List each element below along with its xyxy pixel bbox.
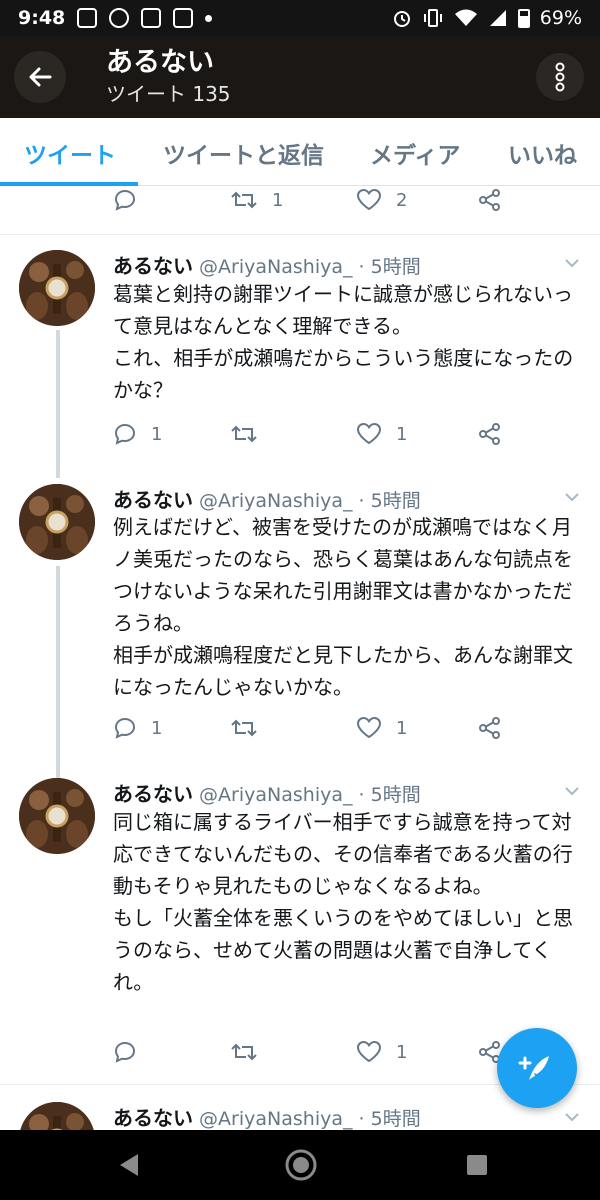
battery-level: 69% — [539, 7, 582, 29]
avatar-image — [19, 778, 95, 854]
profile-header: あるない ツイート 135 — [0, 36, 600, 118]
signal-icon — [489, 10, 506, 26]
like-icon — [356, 422, 382, 445]
like-count: 1 — [396, 1041, 408, 1063]
tweet-header: あるない @AriyaNashiya_ · 5時間 — [113, 1102, 573, 1131]
back-arrow-icon — [29, 67, 52, 87]
tweet-header: あるない @AriyaNashiya_ · 5時間 — [113, 484, 573, 513]
reply-icon — [114, 189, 136, 211]
author-name[interactable]: あるない — [113, 1106, 193, 1130]
gallery-notification-icon — [77, 8, 98, 28]
more-notifications-icon — [205, 14, 213, 22]
caret-down-icon[interactable] — [564, 258, 580, 268]
vibrate-icon — [423, 9, 442, 27]
avatar[interactable] — [19, 484, 95, 560]
like-button[interactable]: 2 — [356, 188, 407, 212]
tweet-text: 同じ箱に属するライバー相手ですら誠意を持って対応できてないんだもの、その信奉者で… — [113, 810, 573, 994]
battery-icon — [517, 9, 530, 28]
tab-tweets[interactable]: ツイート — [24, 136, 116, 170]
tweet-text: 葛葉と剣持の謝罪ツイートに誠意が感じられないって意見はなんとなく理解できる。 こ… — [113, 282, 574, 402]
retweet-button[interactable] — [230, 716, 258, 740]
nav-recents-icon[interactable] — [466, 1154, 488, 1176]
nav-home-icon[interactable] — [284, 1148, 318, 1182]
like-button[interactable]: 1 — [356, 422, 407, 446]
like-button[interactable]: 1 — [356, 716, 407, 740]
status-bar: 9:48 69% — [0, 0, 600, 36]
retweet-icon — [231, 1043, 257, 1061]
tweet-header: あるない @AriyaNashiya_ · 5時間 — [113, 778, 573, 807]
author-handle-time: @AriyaNashiya_ · 5時間 — [199, 256, 421, 278]
caret-down-icon[interactable] — [564, 492, 580, 502]
reply-icon — [114, 1041, 136, 1063]
profile-name: あるない — [106, 47, 214, 78]
profile-tabs: ツイート ツイートと返信 メディア いいね — [0, 118, 600, 186]
share-button[interactable] — [478, 188, 502, 212]
reply-count: 1 — [151, 423, 163, 445]
app-notification-icon — [109, 8, 130, 28]
retweet-icon — [231, 719, 257, 737]
tweet-divider — [0, 234, 600, 235]
back-button[interactable] — [14, 51, 66, 103]
like-count: 1 — [396, 717, 408, 739]
instagram-notification-icon — [173, 8, 194, 28]
tweet-header: あるない @AriyaNashiya_ · 5時間 — [113, 250, 573, 279]
like-count: 2 — [396, 189, 408, 211]
like-icon — [356, 716, 382, 739]
reply-button[interactable] — [113, 188, 151, 212]
more-options-button[interactable] — [536, 53, 584, 101]
avatar-image — [19, 484, 95, 560]
nav-back-icon[interactable] — [116, 1152, 142, 1178]
tweet-actions: 1 1 — [0, 716, 600, 756]
retweet-button[interactable] — [230, 422, 258, 446]
like-icon — [356, 1040, 382, 1063]
retweet-count: 1 — [272, 189, 284, 211]
retweet-button[interactable]: 1 — [230, 188, 283, 212]
avatar[interactable] — [19, 250, 95, 326]
share-button[interactable] — [478, 716, 502, 740]
tweet-actions: 1 2 — [0, 188, 600, 228]
tab-likes[interactable]: いいね — [508, 136, 577, 170]
compose-icon — [518, 1056, 549, 1080]
share-icon — [479, 717, 500, 739]
share-icon — [479, 189, 500, 211]
reply-button[interactable]: 1 — [113, 716, 162, 740]
author-handle-time: @AriyaNashiya_ · 5時間 — [199, 490, 421, 512]
reply-button[interactable] — [113, 1040, 137, 1064]
tweet-count: ツイート 135 — [106, 82, 231, 106]
author-name[interactable]: あるない — [113, 488, 193, 512]
like-button[interactable]: 1 — [356, 1040, 407, 1064]
active-tab-indicator — [0, 182, 138, 186]
author-name[interactable]: あるない — [113, 782, 193, 806]
tab-media[interactable]: メディア — [370, 136, 460, 170]
retweet-icon — [231, 425, 257, 443]
like-count: 1 — [396, 423, 408, 445]
reply-button[interactable]: 1 — [113, 422, 162, 446]
retweet-icon — [231, 191, 257, 209]
author-handle-time: @AriyaNashiya_ · 5時間 — [199, 784, 421, 806]
caret-down-icon[interactable] — [564, 786, 580, 796]
share-button[interactable] — [478, 422, 502, 446]
avatar[interactable] — [19, 778, 95, 854]
reply-count: 1 — [151, 717, 163, 739]
more-vertical-icon — [555, 62, 565, 92]
tweet-text: 例えばだけど、被害を受けたのが成瀬鳴ではなく月ノ美兎だったのなら、恐らく葛葉はあ… — [113, 515, 573, 699]
wifi-icon — [454, 9, 477, 26]
clock: 9:48 — [18, 7, 66, 29]
news-notification-icon — [141, 8, 162, 28]
alarm-icon — [393, 11, 410, 27]
reply-icon — [114, 717, 136, 739]
share-icon — [479, 423, 500, 445]
caret-down-icon[interactable] — [564, 1112, 580, 1122]
avatar-image — [19, 250, 95, 326]
reply-icon — [114, 423, 136, 445]
tab-tweets-and-replies[interactable]: ツイートと返信 — [163, 136, 324, 170]
author-name[interactable]: あるない — [113, 254, 193, 278]
tweet-actions: 1 1 — [0, 422, 600, 462]
compose-tweet-button[interactable] — [497, 1028, 577, 1108]
retweet-button[interactable] — [230, 1040, 258, 1064]
system-navigation-bar — [0, 1130, 600, 1200]
author-handle-time: @AriyaNashiya_ · 5時間 — [199, 1108, 421, 1130]
like-icon — [356, 188, 382, 211]
